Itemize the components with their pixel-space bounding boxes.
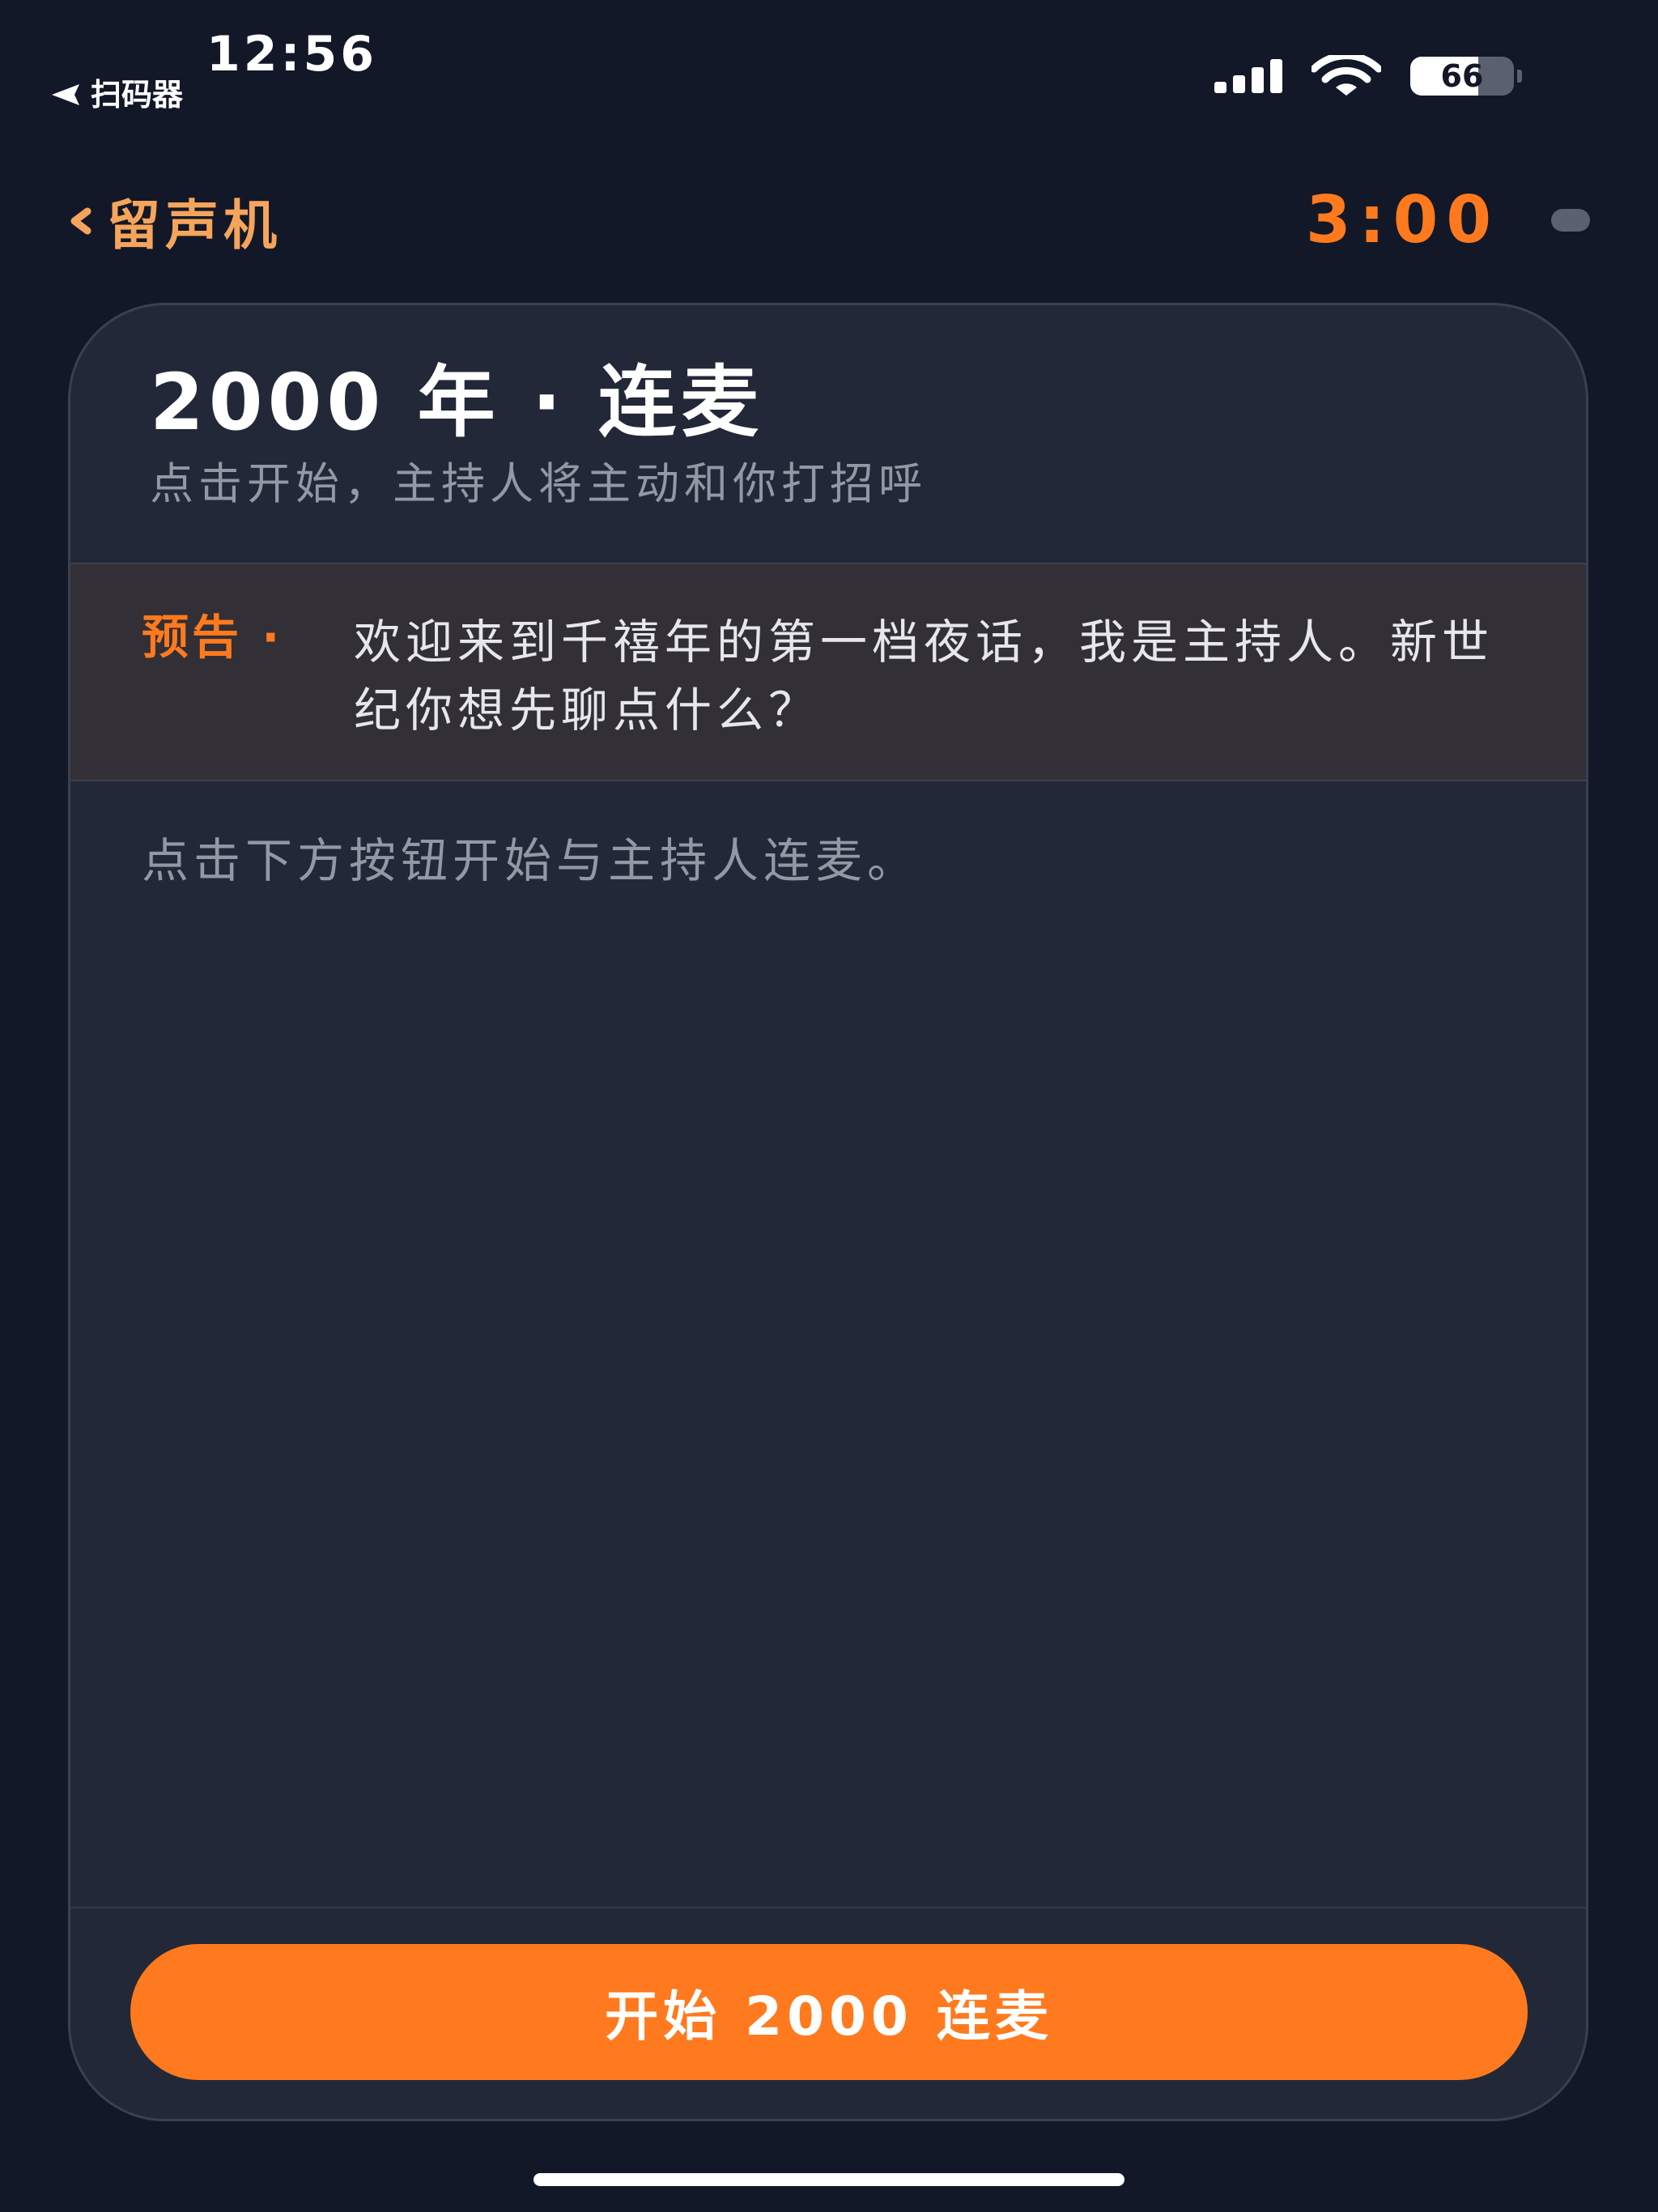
card-title: 2000 年 · 连麦: [150, 357, 763, 448]
start-call-button[interactable]: 开始 2000 连麦: [130, 1944, 1528, 2080]
cellular-signal-icon: [1214, 59, 1282, 93]
battery-percent: 66: [1440, 58, 1484, 94]
status-back-to-app[interactable]: 扫码器: [52, 74, 183, 115]
status-back-app-label: 扫码器: [91, 77, 184, 113]
nav-back-button[interactable]: 留声机: [68, 185, 282, 257]
countdown-timer: 3:00: [1306, 182, 1499, 257]
card-subtitle: 点击开始，主持人将主动和你打招呼: [150, 458, 927, 509]
status-time: 12:56: [206, 26, 377, 83]
preview-banner: 预告 · 欢迎来到千禧年的第一档夜话，我是主持人。新世纪你想先聊点什么？: [70, 563, 1586, 781]
preview-text: 欢迎来到千禧年的第一档夜话，我是主持人。新世纪你想先聊点什么？: [354, 615, 1494, 738]
back-triangle-icon: [52, 84, 79, 105]
chevron-left-icon: [70, 207, 91, 235]
hint-text: 点击下方按钮开始与主持人连麦。: [142, 833, 920, 888]
call-card: 2000 年 · 连麦 点击开始，主持人将主动和你打招呼 预告 · 欢迎来到千禧…: [68, 303, 1588, 2121]
status-indicators: 66: [1214, 53, 1522, 99]
wifi-icon: [1312, 55, 1381, 96]
battery-icon: 66: [1410, 57, 1522, 96]
card-footer: 开始 2000 连麦: [70, 1907, 1586, 2119]
status-dot-icon: [1551, 209, 1590, 232]
phone-screen: 12:56 扫码器 66 留声机 3:00 2000 年 · 连麦 点击开始，主…: [0, 0, 1658, 2212]
home-indicator[interactable]: [534, 2173, 1124, 2186]
nav-title: 留声机: [107, 194, 282, 257]
preview-tag: 预告 ·: [142, 610, 283, 665]
